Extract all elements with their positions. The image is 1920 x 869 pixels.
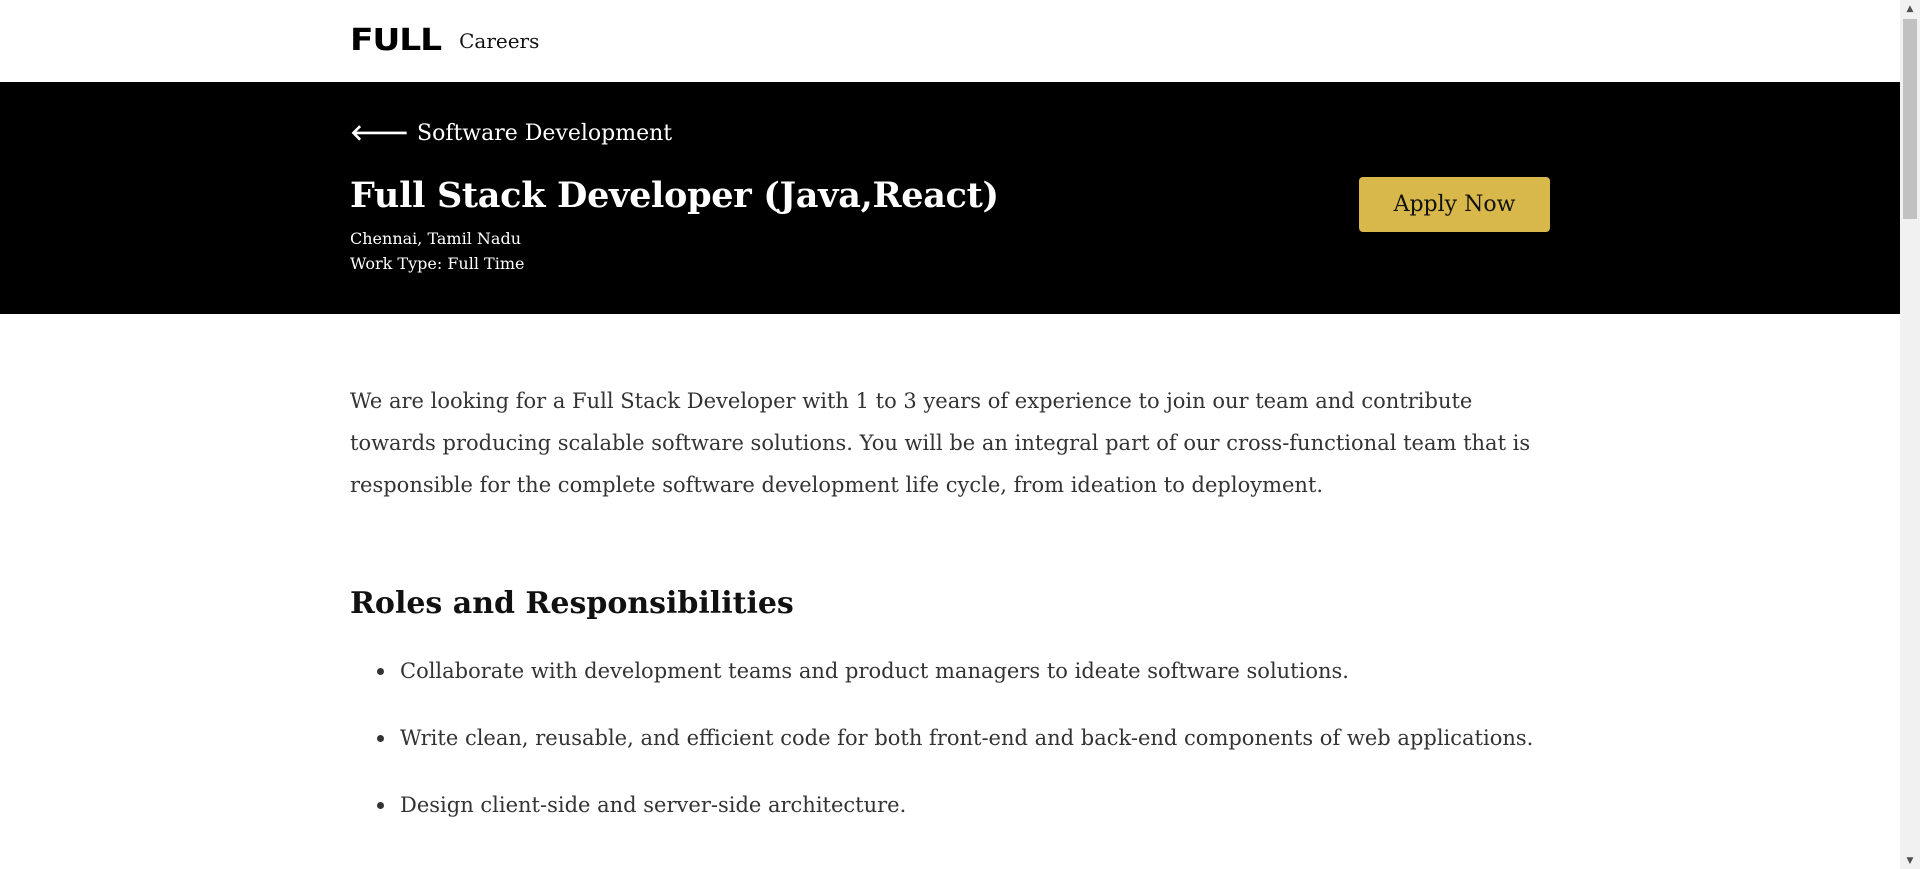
vertical-scrollbar[interactable]: ▲ ▼ <box>1900 0 1920 869</box>
arrow-left-icon: 🡐 <box>350 121 409 146</box>
job-description: We are looking for a Full Stack Develope… <box>0 380 1900 821</box>
full-logo[interactable]: FULL <box>350 26 442 56</box>
list-item: Write clean, reusable, and efficient cod… <box>377 722 1550 754</box>
list-item: Design client-side and server-side archi… <box>377 789 1550 821</box>
job-work-type: Work Type: Full Time <box>350 254 525 273</box>
back-to-category-link[interactable]: 🡐 Software Development <box>350 120 673 147</box>
job-location: Chennai, Tamil Nadu <box>350 229 521 248</box>
scroll-up-icon[interactable]: ▲ <box>1900 0 1920 17</box>
job-title: Full Stack Developer (Java,React) <box>350 175 999 216</box>
scroll-down-icon[interactable]: ▼ <box>1900 852 1920 869</box>
hero-inner: 🡐 Software Development Full Stack Develo… <box>350 82 1550 314</box>
job-hero: 🡐 Software Development Full Stack Develo… <box>0 82 1900 314</box>
roles-heading: Roles and Responsibilities <box>350 586 794 621</box>
list-item: Collaborate with development teams and p… <box>377 655 1550 687</box>
apply-now-button[interactable]: Apply Now <box>1359 177 1550 232</box>
page: FULL Careers 🡐 Software Development Full… <box>0 0 1900 869</box>
top-nav: FULL Careers <box>0 0 1900 82</box>
back-link-label: Software Development <box>417 120 673 146</box>
scrollbar-thumb[interactable] <box>1903 19 1917 219</box>
job-intro: We are looking for a Full Stack Develope… <box>350 389 1531 497</box>
careers-link[interactable]: Careers <box>459 29 539 53</box>
responsibilities-list: Collaborate with development teams and p… <box>350 655 1550 821</box>
